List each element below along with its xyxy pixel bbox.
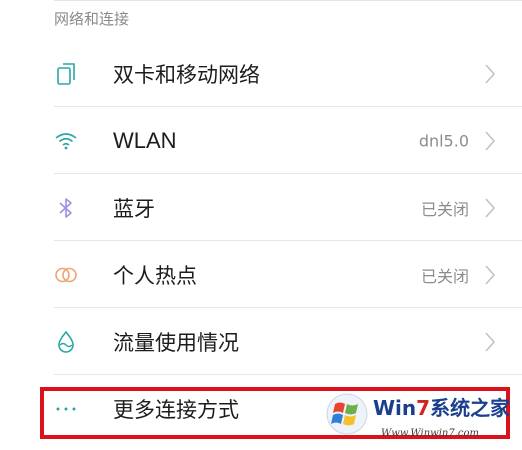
chevron-right-icon <box>485 63 496 84</box>
row-bluetooth[interactable]: 蓝牙 已关闭 <box>0 174 522 241</box>
windows-logo-icon <box>326 393 368 435</box>
section-header: 网络和连接 <box>54 10 130 28</box>
bluetooth-status: 已关闭 <box>420 199 469 219</box>
wifi-network-value: dnl5.0 <box>418 131 469 150</box>
settings-list: 双卡和移动网络 WLAN dnl5.0 蓝牙 已关闭 个人热点 已关闭 流量使用… <box>0 40 522 442</box>
row-dual-sim[interactable]: 双卡和移动网络 <box>0 40 522 107</box>
chevron-right-icon <box>485 197 496 218</box>
watermark: Win7系统之家 Www.Winwin7.com <box>325 388 522 446</box>
row-label: WLAN <box>113 127 177 153</box>
hotspot-icon <box>54 263 78 287</box>
wifi-icon <box>54 129 78 153</box>
chevron-right-icon <box>485 264 496 285</box>
chevron-right-icon <box>485 331 496 352</box>
data-usage-icon <box>54 330 78 354</box>
row-label: 流量使用情况 <box>113 330 239 355</box>
watermark-brand: Win7系统之家 <box>373 396 511 420</box>
hotspot-status: 已关闭 <box>420 266 469 286</box>
top-divider <box>54 0 522 1</box>
row-label: 个人热点 <box>113 263 197 288</box>
row-label: 双卡和移动网络 <box>113 62 260 87</box>
row-label: 蓝牙 <box>113 196 155 221</box>
watermark-url: Www.Winwin7.com <box>381 428 479 439</box>
row-hotspot[interactable]: 个人热点 已关闭 <box>0 241 522 308</box>
row-wlan[interactable]: WLAN dnl5.0 <box>0 107 522 174</box>
row-data-usage[interactable]: 流量使用情况 <box>0 308 522 375</box>
bluetooth-icon <box>54 196 78 220</box>
dual-sim-icon <box>54 62 78 86</box>
chevron-right-icon <box>485 130 496 151</box>
